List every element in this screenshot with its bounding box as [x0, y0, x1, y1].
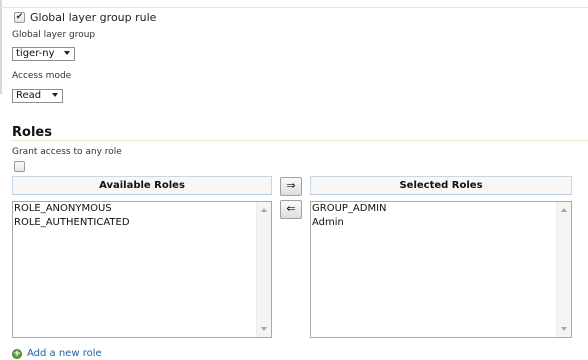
available-roles-list[interactable]: ROLE_ANONYMOUS ROLE_AUTHENTICATED	[12, 201, 272, 338]
roles-divider	[12, 140, 588, 141]
global-group-label: Global layer group	[12, 30, 96, 40]
global-group-value: tiger-ny	[16, 48, 55, 59]
left-edge-divider	[0, 0, 2, 94]
global-rule-checkbox[interactable]: ✔	[14, 12, 25, 23]
plus-circle-icon: +	[12, 349, 22, 359]
selected-roles-items: GROUP_ADMIN Admin	[312, 202, 387, 230]
layer-group-rule-page: ✔ Global layer group rule Global layer g…	[0, 0, 588, 360]
role-option[interactable]: ROLE_AUTHENTICATED	[14, 216, 130, 230]
add-new-role-label: Add a new role	[27, 348, 102, 359]
available-roles-items: ROLE_ANONYMOUS ROLE_AUTHENTICATED	[14, 202, 130, 230]
grant-any-role-label: Grant access to any role	[12, 147, 122, 157]
chevron-down-icon	[64, 51, 70, 55]
top-divider	[0, 7, 588, 8]
scroll-up-icon[interactable]	[261, 208, 267, 212]
roles-heading: Roles	[12, 125, 52, 140]
access-mode-label: Access mode	[12, 71, 72, 81]
role-option[interactable]: GROUP_ADMIN	[312, 202, 387, 216]
role-option[interactable]: Admin	[312, 216, 387, 230]
selected-roles-list[interactable]: GROUP_ADMIN Admin	[310, 201, 572, 338]
chevron-down-icon	[52, 93, 58, 97]
access-mode-select[interactable]: Read	[12, 89, 63, 103]
scroll-down-icon[interactable]	[261, 327, 267, 331]
add-role-to-selected-button[interactable]: ⇒	[280, 177, 302, 196]
global-group-select[interactable]: tiger-ny	[12, 47, 75, 61]
available-roles-header: Available Roles	[12, 176, 272, 195]
selected-roles-header: Selected Roles	[310, 176, 572, 195]
scroll-down-icon[interactable]	[561, 327, 567, 331]
available-roles-scrollbar[interactable]	[256, 202, 271, 337]
scroll-up-icon[interactable]	[561, 208, 567, 212]
global-rule-label: Global layer group rule	[30, 11, 157, 24]
grant-any-role-checkbox[interactable]	[14, 161, 25, 172]
remove-role-from-selected-button[interactable]: ⇐	[280, 200, 302, 219]
role-option[interactable]: ROLE_ANONYMOUS	[14, 202, 130, 216]
access-mode-value: Read	[16, 90, 42, 101]
selected-roles-scrollbar[interactable]	[556, 202, 571, 337]
